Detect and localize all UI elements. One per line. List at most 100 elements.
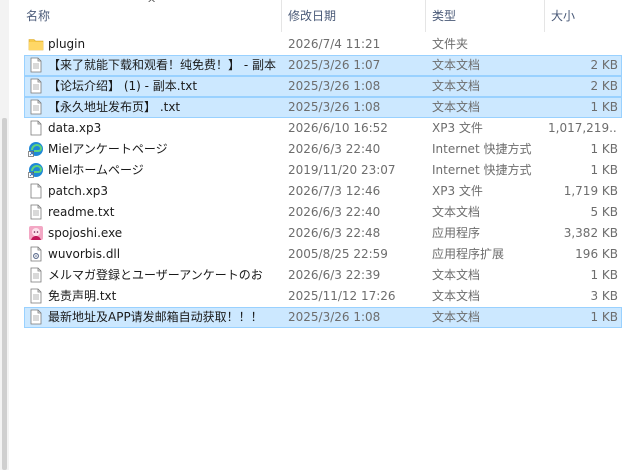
file-type: 应用程序扩展	[432, 247, 505, 261]
text-file-icon	[28, 78, 44, 94]
edge-shortcut-icon	[28, 162, 44, 178]
text-file-icon	[28, 204, 44, 220]
file-type: 文本文档	[432, 289, 481, 303]
file-icon-cell	[28, 34, 46, 55]
file-modified-date: 2005/8/25 22:59	[288, 247, 388, 261]
file-name: Mielアンケートページ	[48, 142, 168, 156]
file-modified-date: 2026/6/3 22:39	[288, 268, 381, 282]
file-type: Internet 快捷方式	[432, 163, 532, 177]
file-icon-cell	[28, 202, 46, 223]
file-size: 1 KB	[590, 268, 618, 282]
file-icon-cell	[28, 76, 46, 97]
file-name: 最新地址及APP请发邮箱自动获取！！！	[48, 310, 263, 324]
file-row[interactable]: readme.txt 2026/6/3 22:40 文本文档 5 KB	[0, 202, 622, 223]
file-icon-cell	[28, 139, 46, 160]
file-name: 【永久地址发布页】 .txt	[48, 100, 181, 114]
file-name: 【来了就能下载和观看！纯免费！】 - 副本	[48, 58, 276, 72]
file-row[interactable]: メルマガ登録とユーザーアンケートのお 2026/6/3 22:39 文本文档 1 KB	[0, 265, 622, 286]
file-type: 文本文档	[432, 79, 481, 93]
column-header-size[interactable]: 大小	[545, 0, 621, 32]
text-file-icon	[28, 309, 44, 325]
file-row[interactable]: plugin 2026/7/4 11:21 文件夹	[0, 34, 622, 55]
file-name: wuvorbis.dll	[48, 247, 121, 261]
folder-icon	[28, 36, 44, 52]
file-type: 文本文档	[432, 310, 481, 324]
text-file-icon	[28, 288, 44, 304]
file-icon-cell	[28, 118, 46, 139]
file-size: 1 KB	[590, 310, 618, 324]
file-size: 1 KB	[590, 142, 618, 156]
file-modified-date: 2026/7/4 11:21	[288, 37, 381, 51]
file-size: 1,719 KB	[563, 184, 618, 198]
file-row[interactable]: spojoshi.exe 2026/6/3 22:48 应用程序 3,382 KB	[0, 223, 622, 244]
file-modified-date: 2026/6/3 22:40	[288, 142, 381, 156]
file-row[interactable]: patch.xp3 2026/7/3 12:46 XP3 文件 1,719 KB	[0, 181, 622, 202]
column-header-type[interactable]: 类型	[426, 0, 547, 32]
file-row[interactable]: 免责声明.txt 2025/11/12 17:26 文本文档 3 KB	[0, 286, 622, 307]
file-type: 文本文档	[432, 100, 481, 114]
file-type: XP3 文件	[432, 184, 483, 198]
file-name: data.xp3	[48, 121, 102, 135]
generic-file-icon	[28, 120, 44, 136]
file-icon-cell	[28, 244, 46, 265]
column-header-date[interactable]: 修改日期	[282, 0, 428, 32]
file-size: 1 KB	[590, 163, 618, 177]
file-row[interactable]: 最新地址及APP请发邮箱自动获取！！！ 2025/3/26 1:08 文本文档 1 K…	[0, 307, 622, 328]
file-modified-date: 2026/6/10 16:52	[288, 121, 388, 135]
file-type: 应用程序	[432, 226, 481, 240]
file-name: patch.xp3	[48, 184, 109, 198]
file-name: plugin	[48, 37, 86, 51]
file-type: 文本文档	[432, 58, 481, 72]
file-size: 1,017,219...	[548, 121, 618, 135]
file-type: 文本文档	[432, 268, 481, 282]
file-name: 免责声明.txt	[48, 289, 117, 303]
edge-shortcut-icon	[28, 141, 44, 157]
file-type: 文本文档	[432, 205, 481, 219]
file-size	[548, 34, 618, 55]
file-row[interactable]: 【来了就能下载和观看！纯免费！】 - 副本 2025/3/26 1:07 文本文档 2…	[0, 55, 622, 76]
text-file-icon	[28, 57, 44, 73]
column-header-name[interactable]: 名称	[20, 0, 281, 32]
file-size: 196 KB	[575, 247, 618, 261]
file-size: 2 KB	[590, 79, 618, 93]
file-row[interactable]: Mielホームページ 2019/11/20 23:07 Internet 快捷方式 1…	[0, 160, 622, 181]
file-modified-date: 2025/11/12 17:26	[288, 289, 396, 303]
file-icon-cell	[28, 307, 46, 328]
file-name: readme.txt	[48, 205, 115, 219]
file-size: 3,382 KB	[563, 226, 618, 240]
file-row[interactable]: Mielアンケートページ 2026/6/3 22:40 Internet 快捷方式 1…	[0, 139, 622, 160]
file-icon-cell	[28, 97, 46, 118]
file-modified-date: 2025/3/26 1:08	[288, 100, 381, 114]
file-name: spojoshi.exe	[48, 226, 123, 240]
file-modified-date: 2026/6/3 22:48	[288, 226, 381, 240]
column-header-bar: ^ 名称 修改日期 类型 大小	[0, 0, 622, 32]
file-icon-cell	[28, 181, 46, 202]
file-row[interactable]: wuvorbis.dll 2005/8/25 22:59 应用程序扩展 196 KB	[0, 244, 622, 265]
file-icon-cell	[28, 265, 46, 286]
file-size: 5 KB	[590, 205, 618, 219]
text-file-icon	[28, 99, 44, 115]
file-name: Mielホームページ	[48, 163, 144, 177]
file-modified-date: 2026/6/3 22:40	[288, 205, 381, 219]
file-modified-date: 2026/7/3 12:46	[288, 184, 381, 198]
file-name: 【论坛介绍】 (1) - 副本.txt	[48, 79, 198, 93]
file-size: 2 KB	[590, 58, 618, 72]
file-type: XP3 文件	[432, 121, 483, 135]
file-row[interactable]: data.xp3 2026/6/10 16:52 XP3 文件 1,017,219..…	[0, 118, 622, 139]
dll-file-icon	[28, 246, 44, 262]
file-modified-date: 2025/3/26 1:08	[288, 79, 381, 93]
file-row[interactable]: 【永久地址发布页】 .txt 2025/3/26 1:08 文本文档 1 KB	[0, 97, 622, 118]
file-icon-cell	[28, 223, 46, 244]
file-modified-date: 2025/3/26 1:08	[288, 310, 381, 324]
file-size: 1 KB	[590, 100, 618, 114]
file-modified-date: 2025/3/26 1:07	[288, 58, 381, 72]
file-icon-cell	[28, 160, 46, 181]
file-name: メルマガ登録とユーザーアンケートのお	[48, 268, 263, 282]
file-modified-date: 2019/11/20 23:07	[288, 163, 396, 177]
file-size: 3 KB	[590, 289, 618, 303]
file-icon-cell	[28, 55, 46, 76]
generic-file-icon	[28, 183, 44, 199]
file-type: Internet 快捷方式	[432, 142, 532, 156]
file-row[interactable]: 【论坛介绍】 (1) - 副本.txt 2025/3/26 1:08 文本文档 2 K…	[0, 76, 622, 97]
file-icon-cell	[28, 286, 46, 307]
